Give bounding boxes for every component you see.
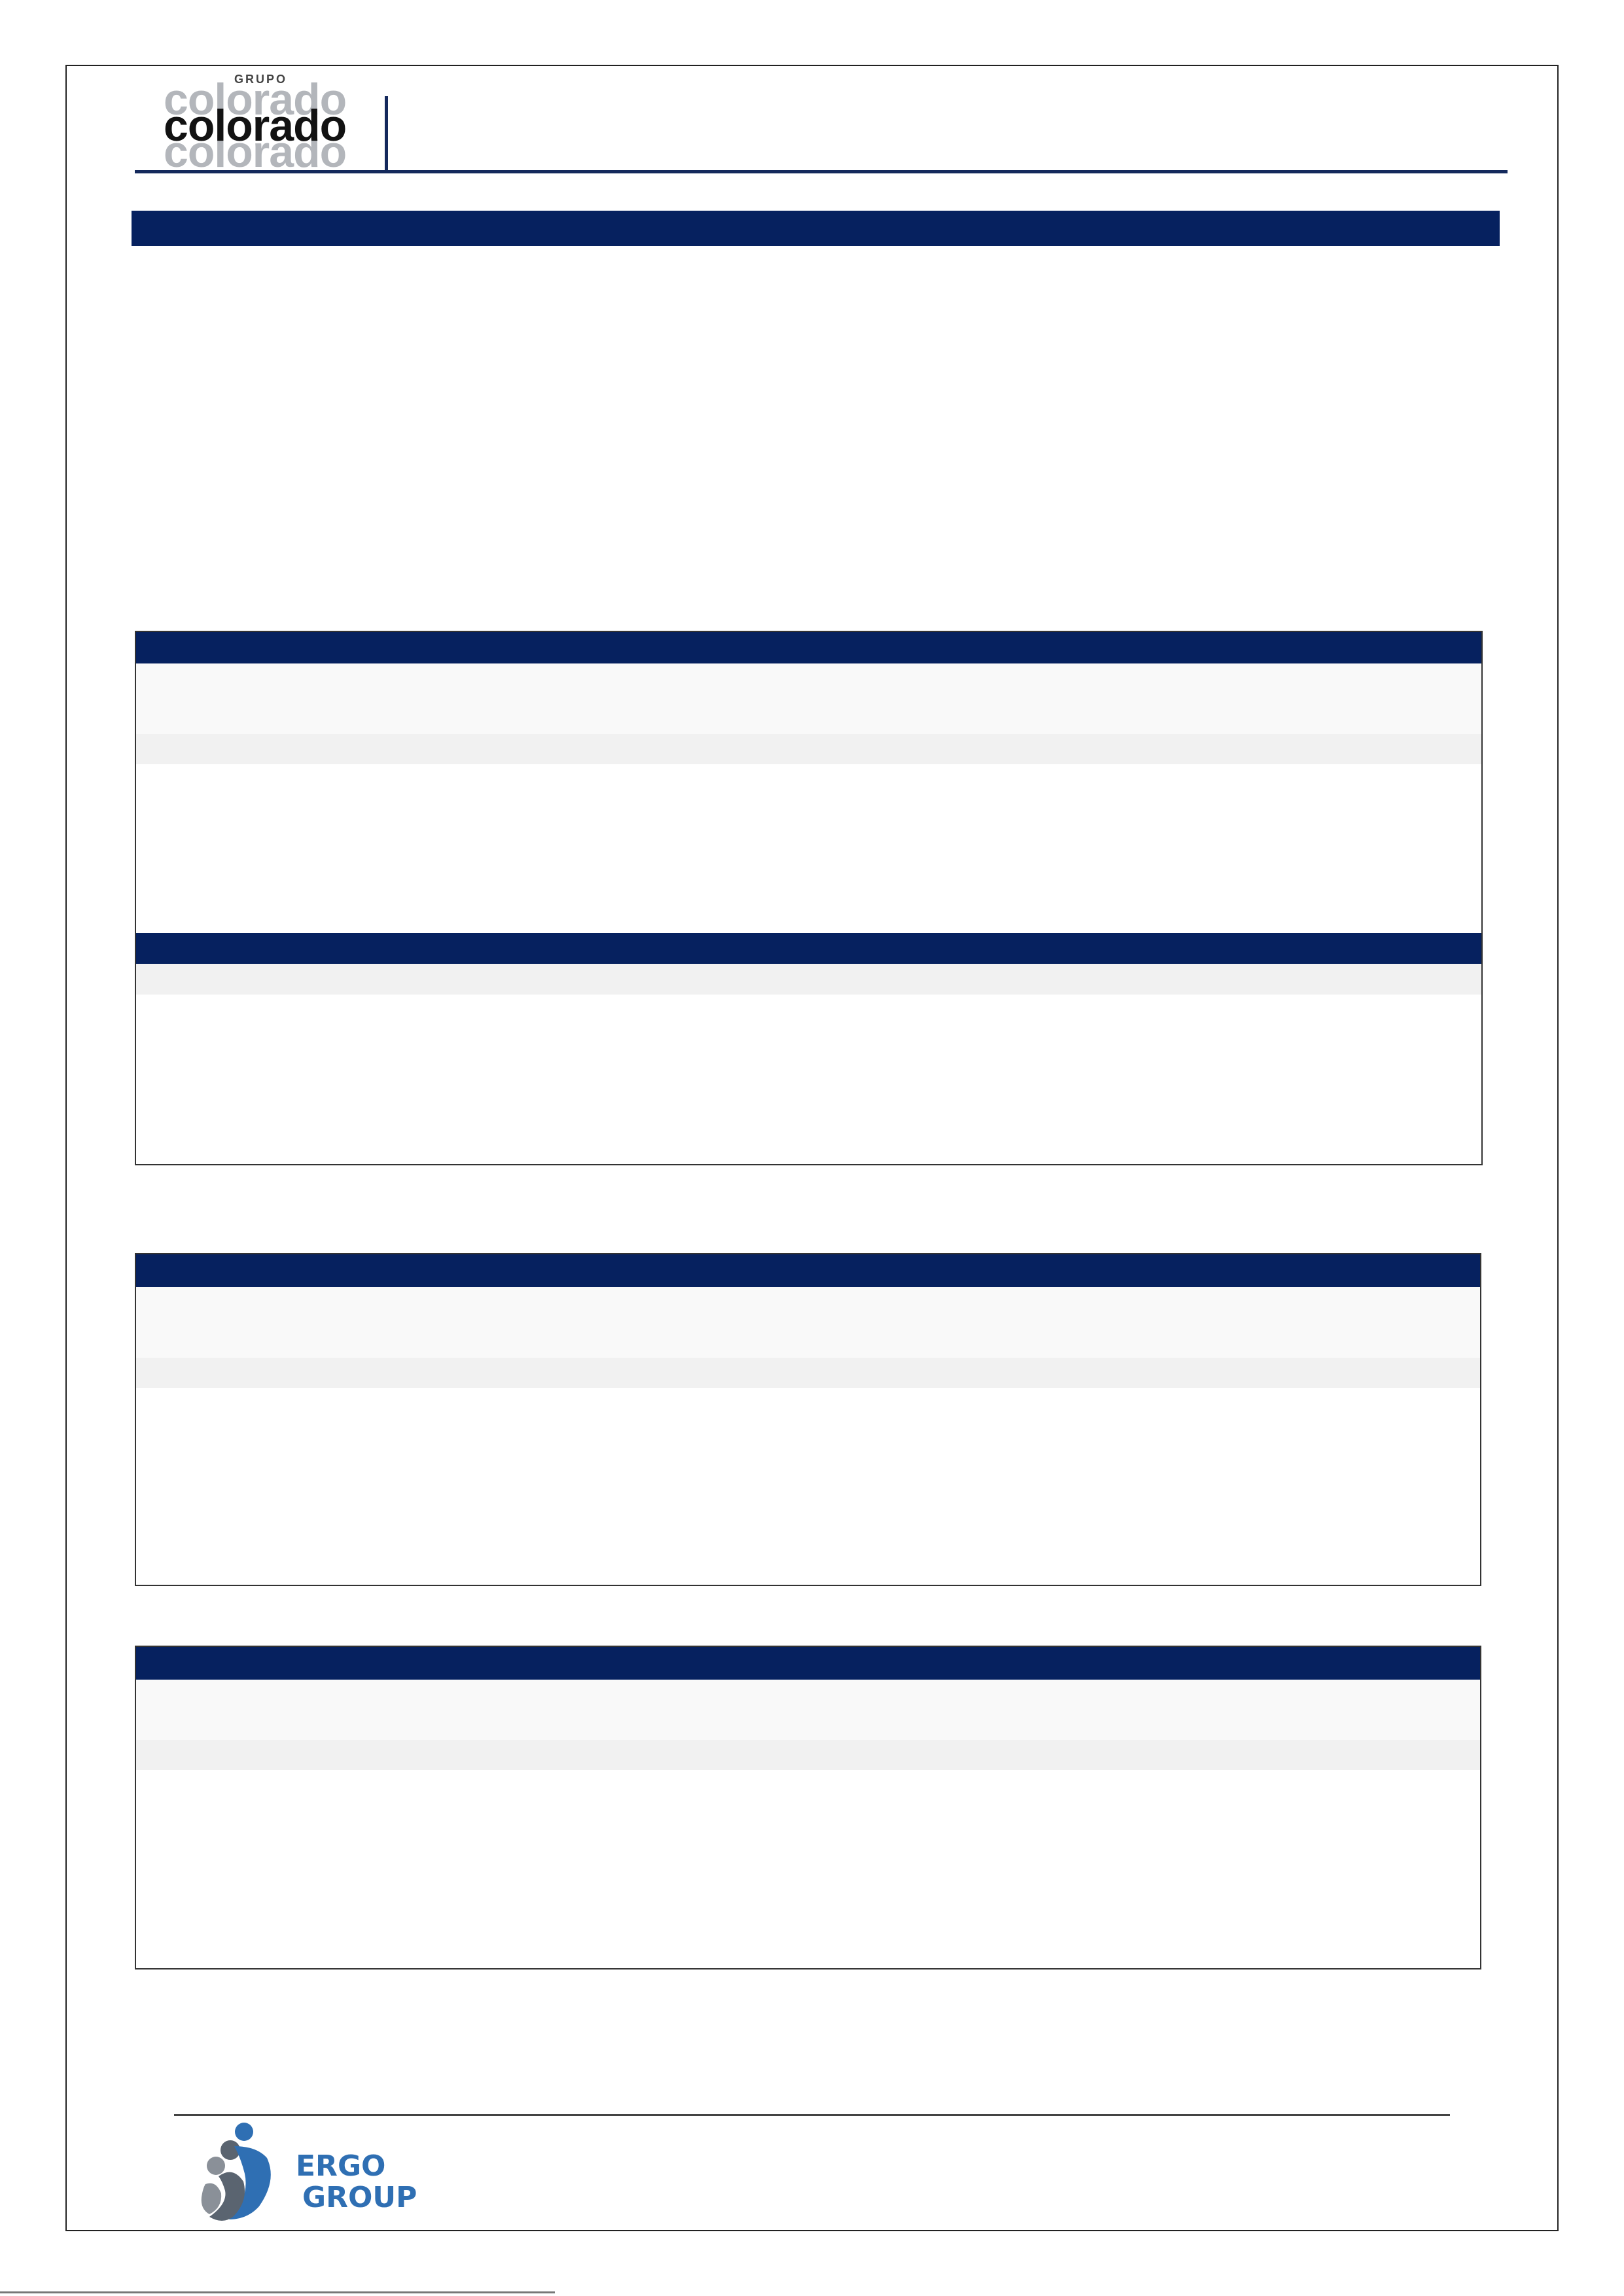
- document-title-bar: [132, 211, 1500, 246]
- logo-word-main: colorado: [164, 101, 347, 150]
- section-3-row-2: [136, 1740, 1480, 1770]
- form-section-1: [135, 631, 1483, 1165]
- ergo-group-logo: ERGO GROUP: [196, 2120, 432, 2231]
- section-2-row-2: [136, 1358, 1480, 1388]
- grupo-colorado-logo: colorado colorado colorado GRUPO: [164, 73, 360, 174]
- section-1-row-1: [136, 663, 1481, 734]
- ergo-logo-line1: ERGO: [296, 2149, 386, 2183]
- section-1-row-3: [136, 964, 1481, 995]
- section-3-row-1: [136, 1680, 1480, 1740]
- footer-rule: [174, 2114, 1450, 2116]
- logo-grupo: GRUPO: [232, 73, 291, 85]
- form-section-2: [135, 1253, 1481, 1586]
- section-3-header-band: [136, 1647, 1480, 1680]
- section-1-subheader-band: [136, 933, 1481, 964]
- section-2-row-1: [136, 1287, 1480, 1358]
- section-1-header-band: [136, 632, 1481, 663]
- section-2-header-band: [136, 1254, 1480, 1287]
- header-rule: [135, 170, 1508, 173]
- section-1-row-2: [136, 734, 1481, 764]
- header-vertical-divider: [385, 96, 388, 171]
- ergo-logo-line2: GROUP: [302, 2181, 417, 2214]
- bottom-edge-rule: [0, 2291, 555, 2293]
- form-section-3: [135, 1646, 1481, 1969]
